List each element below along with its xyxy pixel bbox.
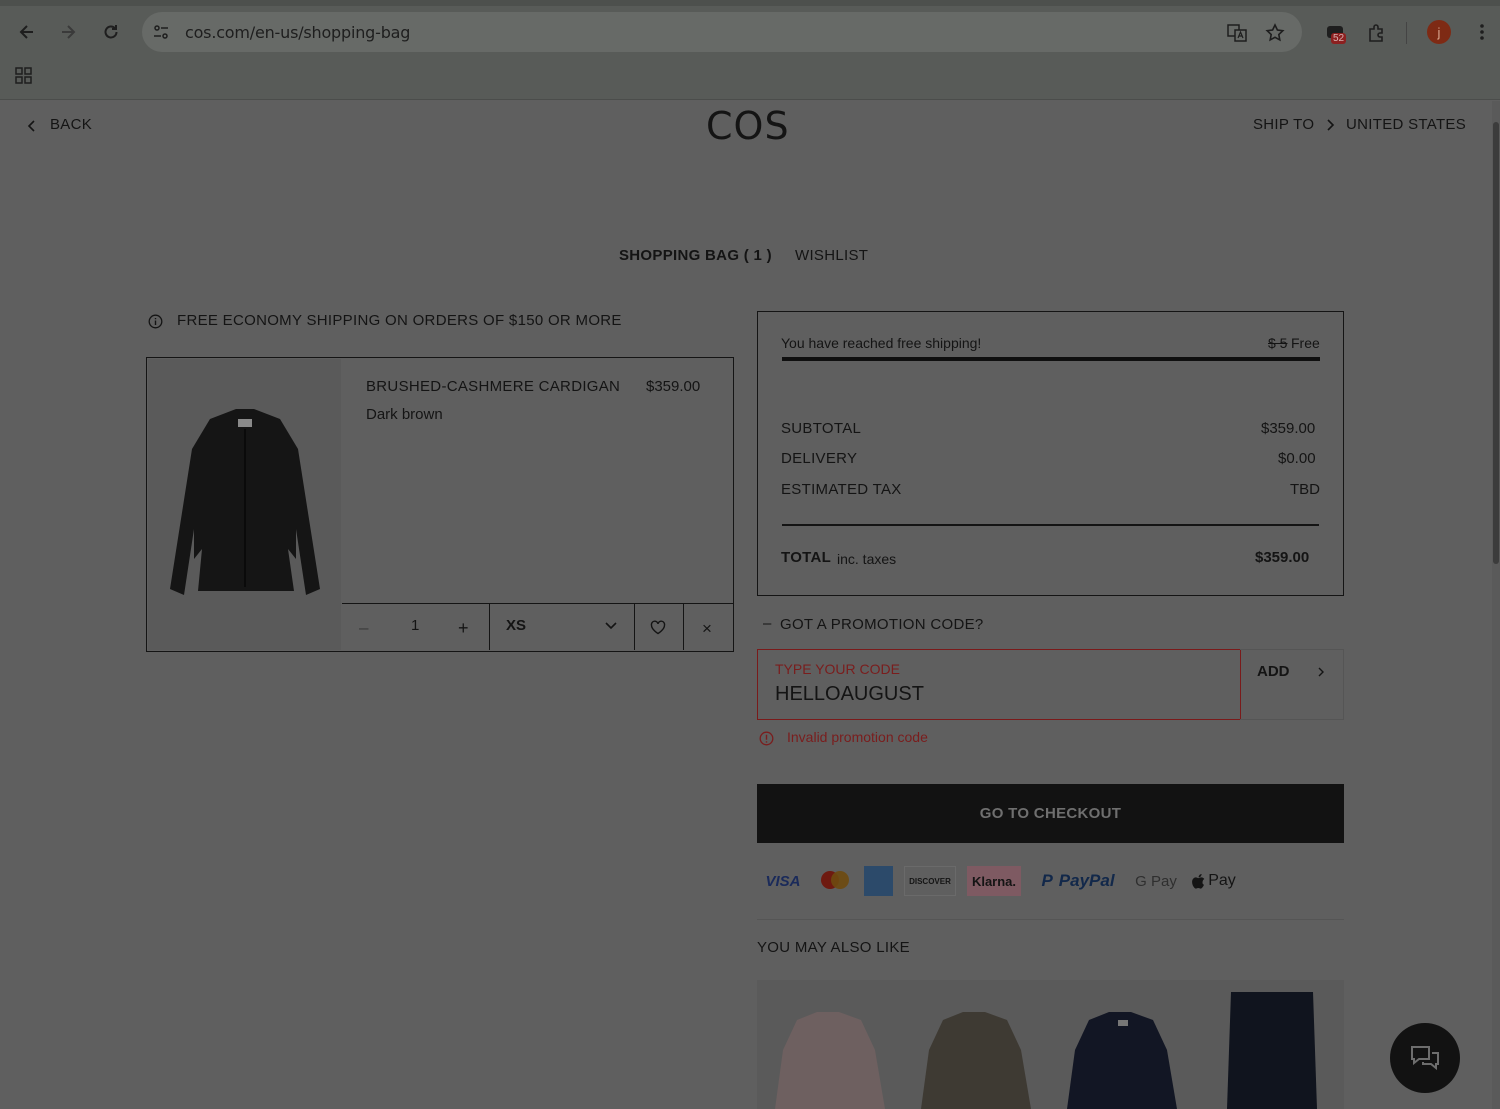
item-price: $359.00 [646, 378, 701, 395]
google-pay-icon: G Pay [1134, 866, 1178, 896]
tab-shopping-bag[interactable]: SHOPPING BAG ( 1 ) [619, 247, 772, 264]
promo-error-message: Invalid promotion code [787, 729, 928, 745]
chevron-right-icon [1318, 667, 1324, 677]
info-icon [148, 314, 163, 329]
cos-logo[interactable]: COS [706, 104, 790, 148]
browser-chrome: cos.com/en-us/shopping-bag 52 j [0, 0, 1500, 100]
promo-code-toggle[interactable]: GOT A PROMOTION CODE? [780, 616, 984, 633]
extension-badge-icon[interactable]: 52 [1322, 20, 1350, 48]
free-shipping-banner: FREE ECONOMY SHIPPING ON ORDERS OF $150 … [177, 312, 622, 329]
shipping-free-label: Free [1291, 335, 1320, 351]
summary-divider [782, 524, 1319, 526]
promo-add-button[interactable]: ADD [1240, 649, 1344, 720]
delivery-value: $0.00 [1278, 450, 1316, 467]
url-text[interactable]: cos.com/en-us/shopping-bag [185, 23, 410, 42]
chevron-down-icon[interactable] [604, 621, 618, 631]
chat-bubbles-icon [1411, 1046, 1439, 1071]
heart-icon[interactable] [650, 620, 666, 635]
payments-divider [757, 919, 1344, 920]
checkout-button[interactable]: GO TO CHECKOUT [757, 784, 1344, 843]
gpay-label: G Pay [1135, 872, 1177, 890]
profile-avatar[interactable]: j [1427, 20, 1451, 44]
subtotal-label: SUBTOTAL [781, 420, 862, 437]
translate-icon[interactable] [1226, 22, 1248, 44]
chat-button[interactable] [1390, 1023, 1460, 1093]
paypal-p-icon: P [1041, 871, 1053, 890]
back-label: BACK [50, 116, 93, 133]
paypal-label: PayPal [1058, 871, 1115, 890]
free-shipping-progress-fill [782, 357, 1320, 361]
recommendations-title: YOU MAY ALSO LIKE [757, 939, 910, 956]
promo-toggle-icon[interactable]: – [763, 615, 771, 632]
scrollbar-thumb[interactable] [1493, 122, 1499, 564]
recommendations-carousel[interactable] [757, 980, 1344, 1109]
bookmark-star-icon[interactable] [1264, 22, 1286, 44]
promo-add-label: ADD [1257, 663, 1290, 680]
apps-grid-icon[interactable] [14, 66, 34, 86]
total-value: $359.00 [1255, 549, 1310, 566]
promo-input-label: TYPE YOUR CODE [775, 661, 900, 677]
tab-strip [0, 0, 1500, 6]
klarna-label: Klarna. [971, 873, 1017, 889]
wish-remove-divider [683, 604, 684, 650]
discover-icon: DISCOVER [904, 866, 956, 896]
reload-icon[interactable] [96, 17, 126, 47]
toolbar-divider [1406, 22, 1407, 44]
chevron-left-icon [27, 120, 35, 132]
quantity-increase-button[interactable]: + [458, 618, 469, 639]
forward-arrow-icon[interactable] [53, 17, 83, 47]
shipping-old-price: $ 5 [1268, 335, 1288, 351]
visa-icon: VISA [762, 866, 804, 896]
recommended-products-image [775, 992, 1317, 1109]
product-image[interactable] [148, 359, 341, 650]
amex-icon [864, 866, 893, 896]
discover-label: DISCOVER [909, 876, 951, 886]
site-settings-icon[interactable] [152, 23, 170, 41]
remove-item-button[interactable]: × [702, 619, 712, 639]
apple-pay-icon: Pay [1190, 866, 1238, 896]
total-note: inc. taxes [837, 551, 897, 567]
free-shipping-progress-track [782, 357, 1320, 361]
country-selector[interactable]: UNITED STATES [1346, 116, 1466, 133]
size-wish-divider [634, 604, 635, 650]
ship-to-label[interactable]: SHIP TO [1253, 116, 1314, 133]
chevron-right-icon [1327, 119, 1335, 131]
delivery-label: DELIVERY [781, 450, 858, 467]
back-arrow-icon[interactable] [12, 17, 42, 47]
promo-input-value[interactable]: HELLOAUGUST [775, 683, 924, 706]
total-label: TOTAL [781, 549, 832, 566]
apple-logo-icon [1192, 873, 1205, 889]
item-color: Dark brown [366, 406, 443, 423]
paypal-icon: P PayPal [1036, 866, 1120, 896]
item-name[interactable]: BRUSHED-CASHMERE CARDIGAN [366, 378, 620, 395]
item-controls-divider [342, 603, 733, 604]
promo-code-input[interactable]: TYPE YOUR CODE HELLOAUGUST [757, 649, 1241, 720]
cardigan-image-icon [170, 409, 320, 595]
mastercard-icon [816, 866, 854, 896]
visa-label: VISA [765, 872, 801, 890]
quantity-decrease-button[interactable]: – [359, 618, 368, 638]
qty-size-divider [489, 604, 490, 650]
apple-pay-label: Pay [1208, 872, 1236, 889]
size-select[interactable]: XS [506, 617, 526, 634]
quantity-value[interactable]: 1 [411, 617, 419, 634]
tax-value: TBD [1290, 481, 1320, 498]
klarna-icon: Klarna. [967, 866, 1021, 896]
error-icon [759, 731, 774, 746]
menu-kebab-icon[interactable] [1470, 20, 1494, 44]
tax-label: ESTIMATED TAX [781, 481, 902, 498]
checkout-label: GO TO CHECKOUT [979, 805, 1122, 822]
subtotal-value: $359.00 [1261, 420, 1316, 437]
free-shipping-message: You have reached free shipping! [781, 335, 982, 351]
extension-badge-count: 52 [1331, 33, 1347, 44]
address-bar[interactable]: cos.com/en-us/shopping-bag [142, 12, 1302, 52]
extensions-puzzle-icon[interactable] [1364, 20, 1390, 46]
tab-wishlist[interactable]: WISHLIST [795, 247, 868, 264]
